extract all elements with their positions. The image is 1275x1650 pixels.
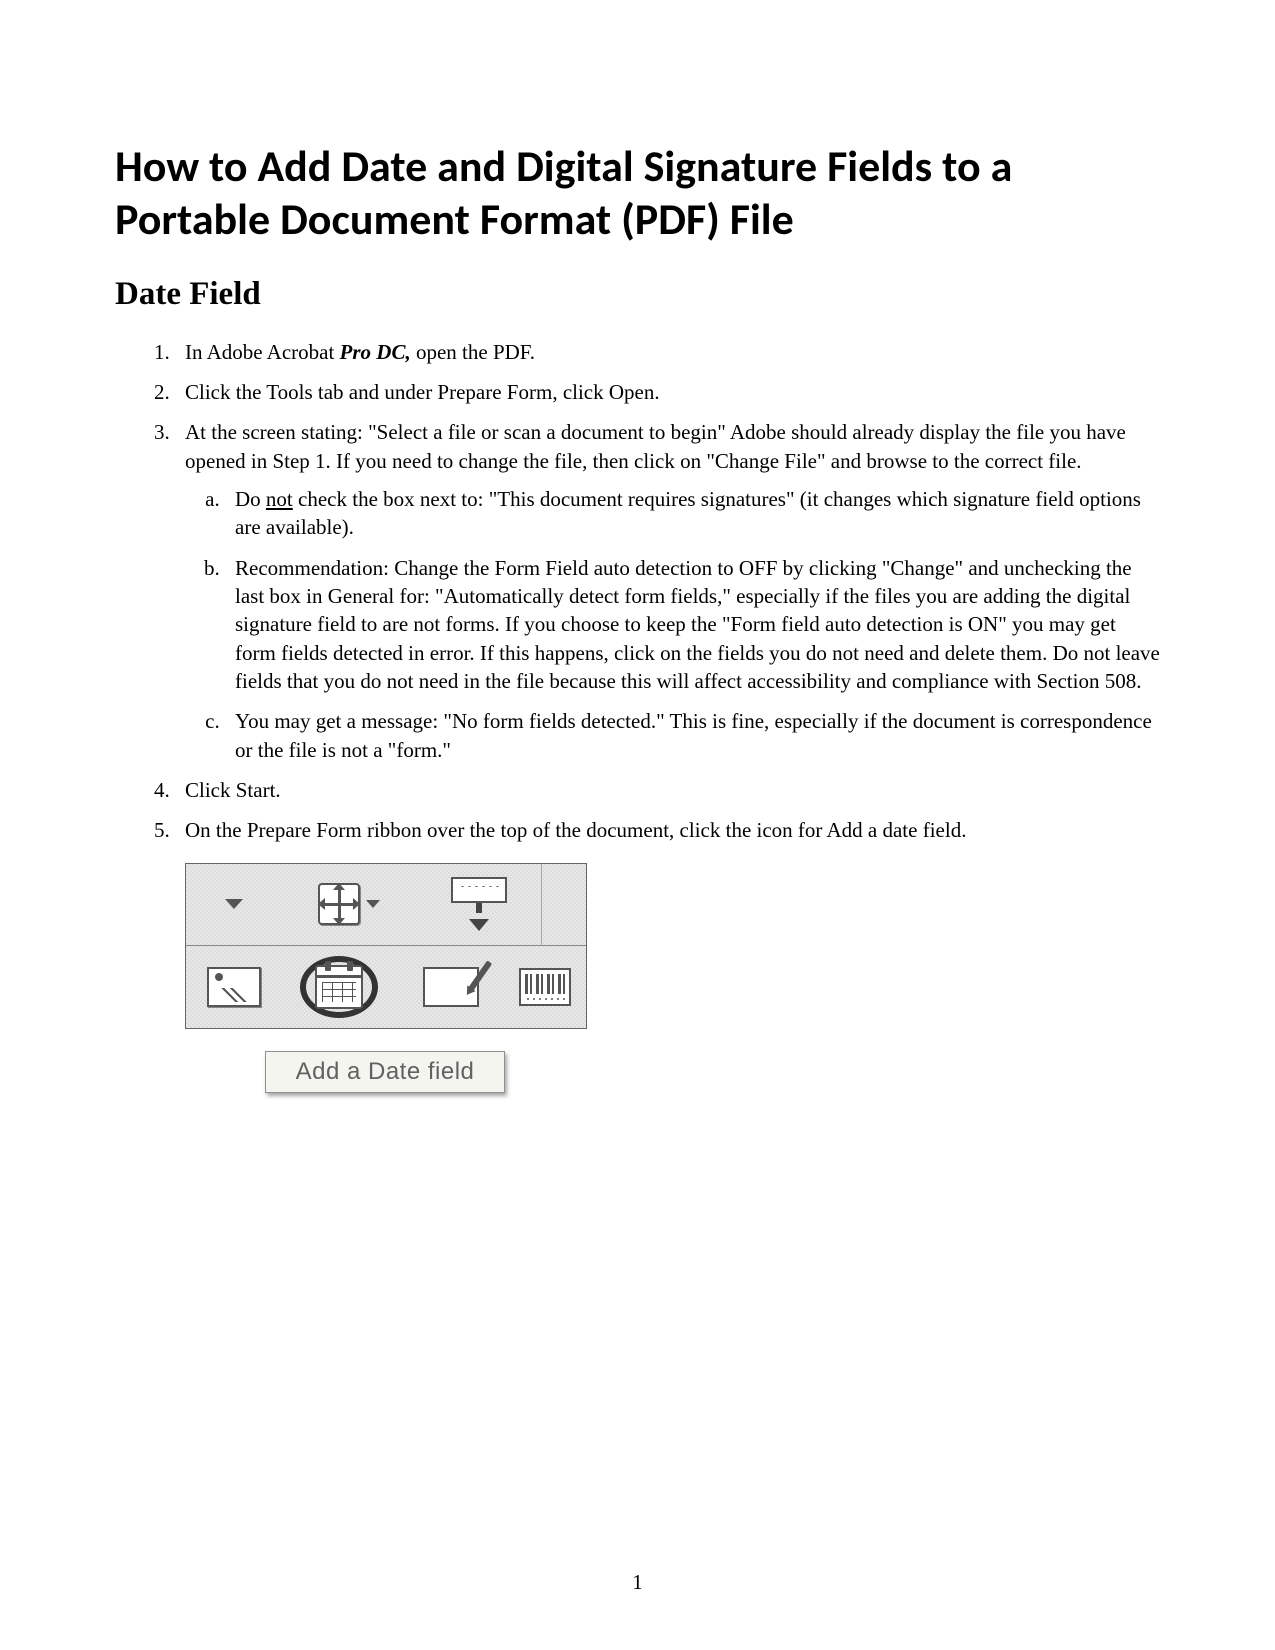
highlight-circle bbox=[300, 956, 378, 1018]
step-1-text-a: In Adobe Acrobat bbox=[185, 340, 340, 364]
text-field-icon bbox=[451, 877, 507, 903]
ribbon-image-tool[interactable] bbox=[186, 946, 281, 1028]
step-3a-a: Do bbox=[235, 487, 266, 511]
step-3-substeps: Do not check the box next to: "This docu… bbox=[225, 485, 1160, 764]
prepare-form-ribbon-figure: Add a Date field bbox=[185, 863, 585, 1093]
step-3a: Do not check the box next to: "This docu… bbox=[225, 485, 1160, 542]
steps-list: In Adobe Acrobat Pro DC, open the PDF. C… bbox=[175, 338, 1160, 845]
step-1: In Adobe Acrobat Pro DC, open the PDF. bbox=[175, 338, 1160, 366]
step-1-pro-dc: Pro DC, bbox=[340, 340, 411, 364]
barcode-field-icon bbox=[519, 968, 571, 1006]
tooltip-add-date-field: Add a Date field bbox=[265, 1051, 505, 1093]
page-title: How to Add Date and Digital Signature Fi… bbox=[115, 140, 1160, 246]
step-1-text-c: open the PDF. bbox=[411, 340, 535, 364]
step-3c: You may get a message: "No form fields d… bbox=[225, 707, 1160, 764]
prepare-form-ribbon bbox=[185, 863, 587, 1029]
chevron-down-icon bbox=[225, 899, 243, 909]
ribbon-move-tool[interactable] bbox=[281, 864, 416, 945]
arrow-stem bbox=[476, 903, 482, 913]
step-5: On the Prepare Form ribbon over the top … bbox=[175, 816, 1160, 844]
crosshair-icon bbox=[318, 883, 360, 925]
ribbon-spacer bbox=[542, 864, 585, 945]
ribbon-barcode-tool[interactable] bbox=[506, 946, 584, 1028]
step-3b: Recommendation: Change the Form Field au… bbox=[225, 554, 1160, 696]
chevron-down-icon bbox=[366, 900, 380, 908]
ribbon-row-bottom bbox=[186, 946, 586, 1028]
ribbon-row-top bbox=[186, 864, 586, 946]
step-3a-not: not bbox=[266, 487, 293, 511]
ribbon-text-field-tool[interactable] bbox=[416, 864, 542, 945]
step-3-text: At the screen stating: "Select a file or… bbox=[185, 420, 1126, 472]
step-3a-c: check the box next to: "This document re… bbox=[235, 487, 1141, 539]
arrow-down-icon bbox=[469, 919, 489, 931]
step-4: Click Start. bbox=[175, 776, 1160, 804]
signature-field-icon bbox=[423, 967, 479, 1007]
ribbon-dropdown-1[interactable] bbox=[186, 864, 281, 945]
image-field-icon bbox=[207, 967, 261, 1007]
ribbon-signature-tool[interactable] bbox=[396, 946, 506, 1028]
page-number: 1 bbox=[0, 1570, 1275, 1595]
date-field-icon bbox=[315, 965, 363, 1009]
ribbon-date-field-tool[interactable] bbox=[281, 946, 396, 1028]
step-3: At the screen stating: "Select a file or… bbox=[175, 418, 1160, 764]
step-2: Click the Tools tab and under Prepare Fo… bbox=[175, 378, 1160, 406]
section-heading-date-field: Date Field bbox=[115, 276, 1160, 313]
